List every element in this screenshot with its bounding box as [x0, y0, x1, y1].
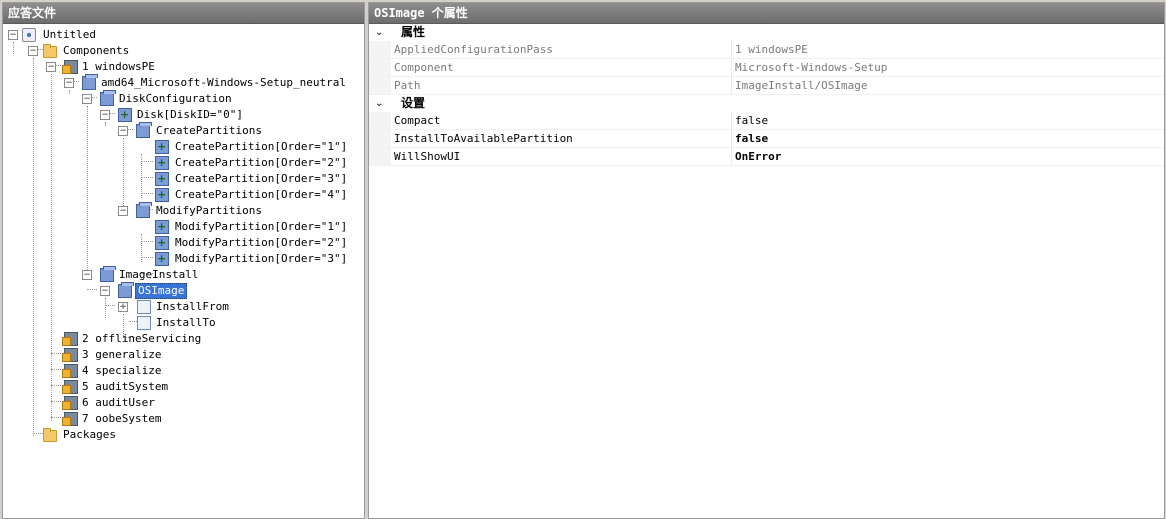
collapse-icon[interactable]: −: [118, 206, 128, 216]
chevron-down-icon[interactable]: ⌄: [375, 95, 383, 112]
property-name: AppliedConfigurationPass: [394, 43, 553, 56]
component-icon: [100, 90, 116, 106]
answer-file-pane: 应答文件 − Untitled − Components − 1 windows…: [2, 2, 365, 519]
property-row[interactable]: AppliedConfigurationPass 1 windowsPE: [369, 41, 1164, 59]
tree-node-label[interactable]: 7 oobeSystem: [80, 411, 163, 427]
property-value: ImageInstall/OSImage: [735, 79, 868, 92]
tree-node-label[interactable]: InstallFrom: [154, 299, 231, 315]
tree-node-label[interactable]: ImageInstall: [117, 267, 200, 283]
tree-node-label[interactable]: ModifyPartition[Order="1"]: [173, 219, 349, 235]
tree-node-label-selected[interactable]: OSImage: [135, 283, 188, 299]
answer-file-pane-title: 应答文件: [3, 3, 364, 24]
expand-icon[interactable]: +: [118, 302, 128, 312]
pass-icon: [62, 380, 78, 394]
category-label: 设置: [401, 96, 426, 110]
property-row[interactable]: Path ImageInstall/OSImage: [369, 77, 1164, 95]
property-name: WillShowUI: [394, 150, 461, 163]
tree-node-label[interactable]: 1 windowsPE: [80, 59, 157, 75]
setting-add-icon: [155, 187, 169, 203]
tree-node-label[interactable]: Packages: [61, 427, 118, 443]
setting-add-icon: [155, 251, 169, 267]
property-grid[interactable]: ⌄ 属性 AppliedConfigurationPass 1 windowsP…: [369, 24, 1164, 166]
empty-setting-icon: [137, 300, 151, 314]
setting-add-icon: [155, 155, 169, 171]
pass-icon: [62, 396, 78, 410]
pass-icon: [62, 412, 78, 426]
collapse-icon[interactable]: −: [64, 78, 74, 88]
setting-add-icon: [155, 219, 169, 235]
tree-node-label[interactable]: CreatePartition[Order="4"]: [173, 187, 349, 203]
property-name: InstallToAvailablePartition: [394, 132, 573, 145]
properties-pane-title: OSImage 个属性: [369, 3, 1164, 24]
property-name: Compact: [394, 114, 441, 127]
collapse-icon[interactable]: −: [100, 286, 110, 296]
tree-node-label[interactable]: 5 auditSystem: [80, 379, 170, 395]
category-attributes[interactable]: ⌄ 属性: [369, 24, 1164, 41]
component-icon: [100, 266, 116, 282]
property-row-willshowui[interactable]: WillShowUI OnError: [369, 148, 1164, 166]
category-label: 属性: [401, 25, 426, 39]
collapse-icon[interactable]: −: [82, 270, 92, 280]
pass-icon: [62, 332, 78, 346]
setting-add-icon: [155, 139, 169, 155]
property-name: Component: [394, 61, 454, 74]
property-row-installtoavailablepartition[interactable]: InstallToAvailablePartition false: [369, 130, 1164, 148]
setting-add-icon: [155, 235, 169, 251]
collapse-icon[interactable]: −: [118, 126, 128, 136]
tree-node-label[interactable]: CreatePartition[Order="1"]: [173, 139, 349, 155]
tree-node-label[interactable]: ModifyPartition[Order="3"]: [173, 251, 349, 267]
tree-node-label[interactable]: 2 offlineServicing: [80, 331, 203, 347]
collapse-icon[interactable]: −: [28, 46, 38, 56]
tree-node-label[interactable]: 6 auditUser: [80, 395, 157, 411]
property-value-input[interactable]: false: [735, 130, 768, 147]
tree-node-label[interactable]: Components: [61, 43, 131, 59]
empty-setting-icon: [137, 316, 151, 330]
tree-node-label[interactable]: CreatePartitions: [154, 123, 264, 139]
chevron-down-icon[interactable]: ⌄: [375, 24, 383, 41]
property-row[interactable]: Component Microsoft-Windows-Setup: [369, 59, 1164, 77]
component-icon: [136, 202, 152, 218]
property-row-compact[interactable]: Compact false: [369, 112, 1164, 130]
tree-node-label[interactable]: CreatePartition[Order="3"]: [173, 171, 349, 187]
pass-icon: [62, 364, 78, 378]
folder-icon: [43, 428, 57, 442]
folder-icon: [43, 44, 57, 58]
category-settings[interactable]: ⌄ 设置: [369, 95, 1164, 112]
tree-node-label[interactable]: Untitled: [41, 27, 98, 43]
setting-add-icon: [118, 107, 132, 123]
tree-node-label[interactable]: Disk[DiskID="0"]: [135, 107, 245, 123]
tree-node-label[interactable]: CreatePartition[Order="2"]: [173, 155, 349, 171]
property-value-input[interactable]: OnError: [735, 148, 781, 165]
tree-node-label[interactable]: InstallTo: [154, 315, 218, 331]
tree-node-label[interactable]: ModifyPartition[Order="2"]: [173, 235, 349, 251]
collapse-icon[interactable]: −: [82, 94, 92, 104]
property-value: Microsoft-Windows-Setup: [735, 61, 888, 74]
properties-pane: OSImage 个属性 ⌄ 属性 AppliedConfigurationPas…: [368, 2, 1165, 519]
tree-node-label[interactable]: amd64_Microsoft-Windows-Setup_neutral: [99, 75, 348, 91]
tree-node-label[interactable]: 4 specialize: [80, 363, 163, 379]
collapse-icon[interactable]: −: [8, 30, 18, 40]
tree-node-label[interactable]: DiskConfiguration: [117, 91, 234, 107]
answer-file-tree[interactable]: − Untitled − Components − 1 windowsPE − …: [3, 24, 364, 518]
collapse-icon[interactable]: −: [46, 62, 56, 72]
property-value: 1 windowsPE: [735, 43, 808, 56]
property-value-input[interactable]: false: [735, 112, 768, 129]
property-name: Path: [394, 79, 421, 92]
tree-node-label[interactable]: ModifyPartitions: [154, 203, 264, 219]
component-icon: [118, 282, 134, 298]
collapse-icon[interactable]: −: [100, 110, 110, 120]
pass-icon: [62, 60, 78, 74]
component-icon: [136, 122, 152, 138]
component-icon: [82, 74, 98, 90]
tree-node-label[interactable]: 3 generalize: [80, 347, 163, 363]
setting-add-icon: [155, 171, 169, 187]
answer-file-icon: [22, 28, 36, 42]
pass-icon: [62, 348, 78, 362]
